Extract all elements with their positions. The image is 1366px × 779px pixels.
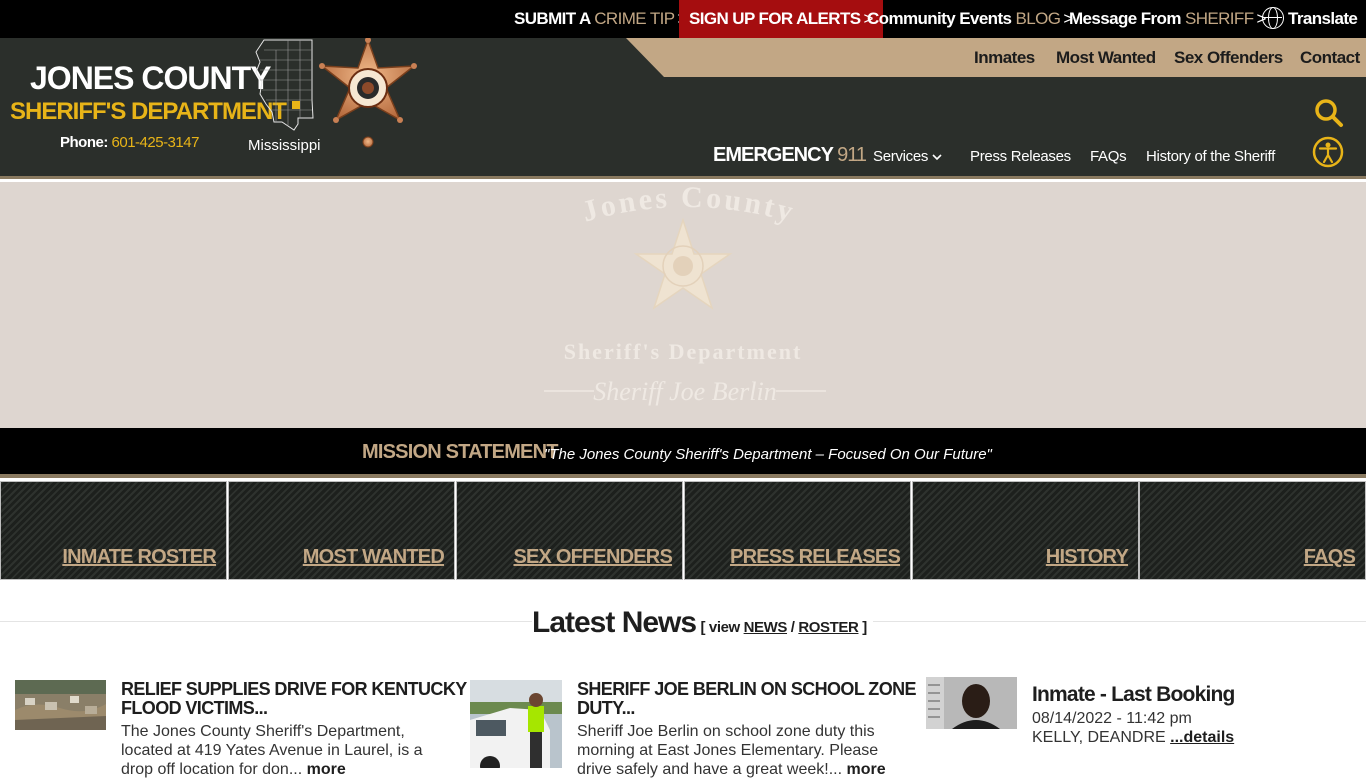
state-label: Mississippi <box>248 137 321 154</box>
hero-subtitle: Sheriff's Department <box>564 339 803 364</box>
inmate-details-link[interactable]: ...details <box>1170 729 1234 746</box>
inmate-mugshot[interactable] <box>926 677 1017 729</box>
tile-history[interactable]: HISTORY <box>912 481 1139 580</box>
sheriff-badge-logo[interactable] <box>318 38 418 150</box>
phone-number: Phone: 601-425-3147 <box>60 134 199 151</box>
read-more-link[interactable]: more <box>307 761 346 778</box>
hero-banner: Jones County Sheriff's Department Sherif… <box>0 182 1366 428</box>
hero-title: Jones County <box>578 182 796 229</box>
news-title[interactable]: SHERIFF JOE BERLIN ON SCHOOL ZONE DUTY..… <box>577 680 917 718</box>
top-bar: SUBMIT A CRIME TIP> SIGN UP FOR ALERTS> … <box>0 0 1366 38</box>
tile-sex-offenders[interactable]: SEX OFFENDERS <box>456 481 683 580</box>
news-excerpt: The Jones County Sheriff's Department, l… <box>121 723 423 778</box>
news-thumbnail-school-zone[interactable] <box>470 680 562 768</box>
tile-inmate-roster[interactable]: INMATE ROSTER <box>0 481 227 580</box>
mission-text: "The Jones County Sheriff's Department –… <box>544 446 992 463</box>
brand-title[interactable]: JONES COUNTY <box>30 60 271 97</box>
news-thumbnail-flood[interactable] <box>15 680 106 730</box>
secondary-nav: Inmates Most Wanted Sex Offenders Contac… <box>626 38 1366 77</box>
emergency-number: EMERGENCY 911 <box>713 144 867 166</box>
search-icon[interactable] <box>1314 98 1344 128</box>
sign-up-alerts-link[interactable]: SIGN UP FOR ALERTS > <box>679 0 883 38</box>
submit-crime-tip-link[interactable]: SUBMIT A CRIME TIP> <box>514 0 687 38</box>
mission-statement-bar: MISSION STATEMENT "The Jones County Sher… <box>0 428 1366 478</box>
latest-news-heading: Latest News [ view NEWS / ROSTER ] <box>532 606 873 640</box>
svg-text:Jones County: Jones County <box>578 182 799 229</box>
nav-services[interactable]: Services <box>873 148 942 165</box>
nav-contact[interactable]: Contact <box>1300 38 1360 77</box>
nav-inmates[interactable]: Inmates <box>974 38 1035 77</box>
chevron-down-icon <box>932 154 942 161</box>
sheriff-logo-watermark: Jones County Sheriff's Department Sherif… <box>544 182 826 406</box>
read-more-link[interactable]: more <box>847 761 886 778</box>
mississippi-map-icon <box>255 39 314 131</box>
news-title[interactable]: RELIEF SUPPLIES DRIVE FOR KENTUCKY FLOOD… <box>121 680 467 718</box>
view-news-link[interactable]: NEWS <box>744 619 788 636</box>
brand-subtitle[interactable]: SHERIFF'S DEPARTMENT <box>10 98 287 126</box>
nav-sex-offenders[interactable]: Sex Offenders <box>1174 38 1283 77</box>
quick-links: INMATE ROSTER MOST WANTED SEX OFFENDERS … <box>0 481 1366 580</box>
site-header: JONES COUNTY SHERIFF'S DEPARTMENT Phone:… <box>0 38 1366 179</box>
mission-title: MISSION STATEMENT <box>362 441 558 463</box>
message-from-sheriff-link[interactable]: Message From SHERIFF > <box>1069 0 1266 38</box>
translate-button[interactable]: Translate <box>1262 0 1358 38</box>
nav-history-of-the-sheriff[interactable]: History of the Sheriff <box>1146 148 1275 165</box>
accessibility-icon[interactable] <box>1312 136 1344 168</box>
tile-faqs[interactable]: FAQS <box>1139 481 1366 580</box>
inmate-name: KELLY, DEANDRE ...details <box>1032 729 1235 746</box>
inmate-last-booking-title[interactable]: Inmate - Last Booking <box>1032 683 1235 707</box>
nav-press-releases[interactable]: Press Releases <box>970 148 1071 165</box>
nav-faqs[interactable]: FAQs <box>1090 148 1127 165</box>
nav-most-wanted[interactable]: Most Wanted <box>1056 38 1156 77</box>
view-roster-link[interactable]: ROSTER <box>798 619 859 636</box>
news-excerpt: Sheriff Joe Berlin on school zone duty t… <box>577 723 886 778</box>
tile-most-wanted[interactable]: MOST WANTED <box>228 481 455 580</box>
community-events-blog-link[interactable]: Community Events BLOG > <box>867 0 1073 38</box>
hero-signature: Sheriff Joe Berlin <box>593 377 776 406</box>
globe-icon <box>1262 7 1284 29</box>
inmate-booking-datetime: 08/14/2022 - 11:42 pm <box>1032 710 1192 727</box>
tile-press-releases[interactable]: PRESS RELEASES <box>684 481 911 580</box>
